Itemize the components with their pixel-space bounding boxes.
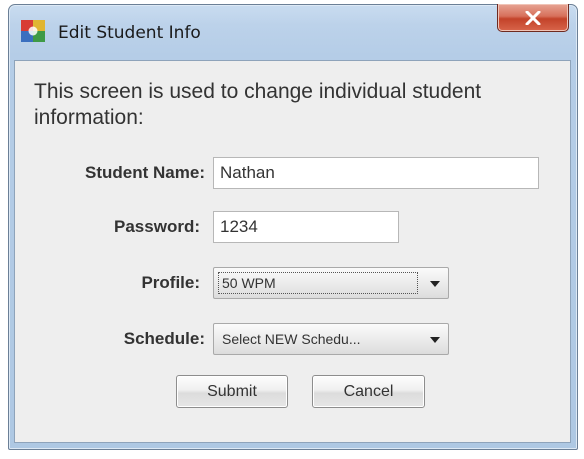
dialog-content: This screen is used to change individual… <box>14 60 571 443</box>
edit-student-dialog: Edit Student Info This screen is used to… <box>8 4 578 450</box>
chevron-down-icon <box>430 281 440 287</box>
profile-label: Profile: <box>141 273 200 292</box>
submit-button[interactable]: Submit <box>176 375 288 408</box>
app-icon <box>21 20 45 42</box>
password-input[interactable] <box>213 211 399 243</box>
schedule-label: Schedule: <box>123 329 205 348</box>
window-title: Edit Student Info <box>58 23 201 43</box>
profile-dropdown[interactable]: 50 WPM <box>213 267 449 299</box>
close-button[interactable] <box>497 4 569 32</box>
schedule-selected-value: Select NEW Schedu... <box>222 331 361 347</box>
profile-selected-value: 50 WPM <box>218 272 418 294</box>
title-bar[interactable]: Edit Student Info <box>9 4 577 55</box>
intro-text: This screen is used to change individual… <box>34 80 482 129</box>
student-name-label: Student Name: <box>85 163 205 182</box>
close-x-icon <box>525 10 541 25</box>
student-name-input[interactable] <box>213 157 539 189</box>
chevron-down-icon <box>430 337 440 343</box>
schedule-dropdown[interactable]: Select NEW Schedu... <box>213 323 449 355</box>
password-label: Password: <box>114 217 200 236</box>
cancel-button[interactable]: Cancel <box>312 375 425 408</box>
